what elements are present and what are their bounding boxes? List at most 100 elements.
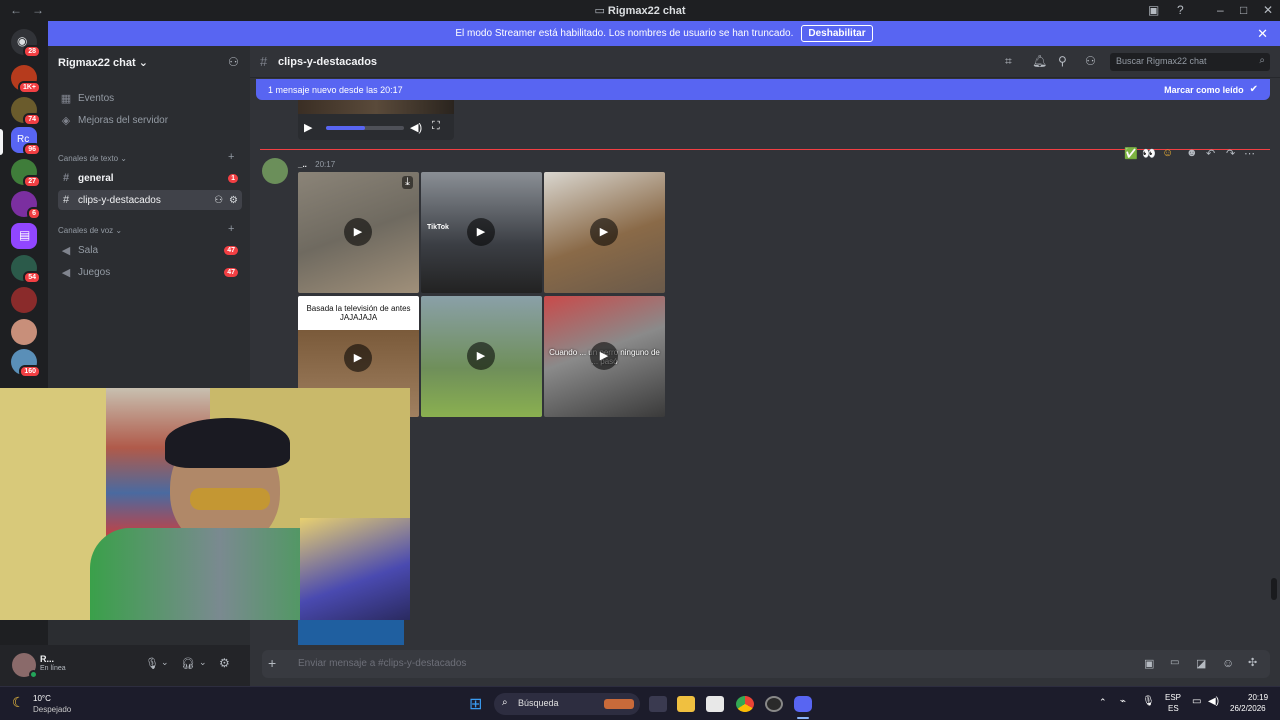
channel-clips-y-destacados[interactable]: # clips-y-destacados ⚇ ⚙ <box>58 190 242 210</box>
seek-bar[interactable] <box>326 126 404 130</box>
video-thumbnail[interactable]: ▶ <box>544 172 665 293</box>
voice-channels-category[interactable]: Canales de voz ⌄ <box>58 226 122 235</box>
server-icon[interactable] <box>11 319 37 345</box>
channel-general[interactable]: # general 1 <box>58 168 242 188</box>
download-icon[interactable]: ⤓ <box>402 176 413 189</box>
threads-icon[interactable]: ⌗ <box>1005 54 1012 69</box>
invite-people-icon[interactable]: ⚇ <box>228 55 239 69</box>
gear-icon[interactable]: ⚙ <box>229 195 238 206</box>
members-icon[interactable]: ⚇ <box>1085 54 1096 68</box>
video-thumbnail[interactable]: TikTok ▶ <box>421 172 542 293</box>
server-name-dropdown[interactable]: Rigmax22 chat ⌄ <box>58 56 148 69</box>
sidebar-item-boosts[interactable]: ◈ Mejoras del servidor <box>58 110 242 130</box>
play-icon[interactable]: ▶ <box>344 344 372 372</box>
fullscreen-icon[interactable]: ⛶ <box>432 120 440 133</box>
author-name[interactable]: _.. <box>298 160 307 169</box>
tiktok-watermark: TikTok <box>427 224 449 231</box>
language-indicator[interactable]: ESP <box>1165 693 1181 702</box>
tray-mic-icon[interactable]: 🎙︎ <box>1142 696 1155 707</box>
headphones-icon[interactable]: 🎧︎ <box>181 657 195 670</box>
direct-messages-button[interactable]: ◉ 28 <box>11 29 41 58</box>
clock-time[interactable]: 20:19 <box>1248 693 1268 702</box>
avatar[interactable] <box>262 158 288 184</box>
volume-icon[interactable]: ◀) <box>410 121 422 134</box>
message-composer[interactable]: + Enviar mensaje a #clips-y-destacados ▣… <box>262 650 1270 678</box>
play-icon[interactable]: ▶ <box>304 121 312 134</box>
scrollbar-thumb[interactable] <box>1271 578 1277 600</box>
voice-channel-sala[interactable]: ◀ Sala 47 <box>58 240 242 260</box>
tray-chevron-up-icon[interactable]: ⌃ <box>1099 697 1107 708</box>
chevron-down-icon[interactable]: ⌄ <box>161 657 169 668</box>
microphone-icon[interactable]: 🎙︎ <box>145 657 159 670</box>
gift-icon[interactable]: ▣ <box>1144 657 1154 670</box>
app-icon[interactable] <box>765 696 783 712</box>
play-icon[interactable]: ▶ <box>590 218 618 246</box>
server-icon[interactable]: 27 <box>11 159 41 188</box>
disable-streamer-button[interactable]: Deshabilitar <box>801 25 873 42</box>
mention-badge: 47 <box>224 267 238 277</box>
weather-moon-icon[interactable]: ☾ <box>12 694 25 711</box>
chevron-down-icon[interactable]: ⌄ <box>199 657 207 668</box>
maximize-icon[interactable]: □ <box>1240 3 1247 17</box>
close-window-icon[interactable]: ✕ <box>1263 3 1273 17</box>
server-icon[interactable]: 54 <box>11 255 41 284</box>
task-view-icon[interactable] <box>649 696 667 712</box>
minimize-icon[interactable]: – <box>1217 3 1224 17</box>
help-icon[interactable]: ? <box>1177 3 1184 17</box>
add-channel-icon[interactable]: + <box>228 223 234 235</box>
server-icon[interactable]: 74 <box>11 97 41 126</box>
volume-icon[interactable]: ◀) <box>1208 696 1219 707</box>
voice-channel-juegos[interactable]: ◀ Juegos 47 <box>58 262 242 282</box>
play-icon[interactable]: ▶ <box>590 342 618 370</box>
twitch-server-icon[interactable]: ▤ <box>11 223 37 249</box>
display-icon[interactable]: ▭ <box>1192 696 1201 707</box>
server-icon[interactable] <box>11 287 37 313</box>
channel-label: Juegos <box>78 266 111 278</box>
server-badge: 54 <box>23 271 41 284</box>
search-input[interactable]: Buscar Rigmax22 chat ⌕ <box>1110 53 1270 71</box>
avatar[interactable] <box>12 653 38 679</box>
taskbar-search[interactable]: ⌕ Búsqueda <box>494 693 640 715</box>
sticker-icon[interactable]: ◪ <box>1196 657 1206 670</box>
reply-icon[interactable]: ↶ <box>1206 147 1215 160</box>
apps-icon[interactable]: ✣ <box>1248 656 1257 669</box>
play-icon[interactable]: ▶ <box>344 218 372 246</box>
discord-taskbar-icon[interactable] <box>794 696 812 712</box>
new-messages-bar[interactable]: 1 mensaje nuevo desde las 20:17 Marcar c… <box>256 79 1270 100</box>
add-reaction-icon[interactable]: ☻ <box>1186 147 1198 159</box>
chrome-icon[interactable] <box>736 696 754 712</box>
file-explorer-icon[interactable] <box>677 696 695 712</box>
close-banner-icon[interactable]: ✕ <box>1257 26 1268 42</box>
emoji-icon[interactable]: ☺ <box>1222 656 1234 670</box>
store-icon[interactable] <box>706 696 724 712</box>
check-reaction-icon[interactable]: ✅ <box>1124 147 1138 160</box>
mark-read-icon: ✔ <box>1249 84 1258 95</box>
network-icon[interactable]: ⌁ <box>1120 696 1126 707</box>
windows-start-icon[interactable]: ⊞ <box>469 694 482 714</box>
create-invite-icon[interactable]: ⚇ <box>214 195 223 206</box>
text-channels-category[interactable]: Canales de texto ⌄ <box>58 154 127 163</box>
sidebar-item-events[interactable]: ▦ Eventos <box>58 88 242 108</box>
sidebar-item-label: Eventos <box>78 92 115 104</box>
add-channel-icon[interactable]: + <box>228 151 234 163</box>
play-icon[interactable]: ▶ <box>467 342 495 370</box>
screen-share-icon[interactable]: ▣ <box>1148 3 1159 17</box>
server-icon[interactable]: 160 <box>11 349 41 378</box>
add-attachment-icon[interactable]: + <box>268 655 276 671</box>
eyes-reaction-icon[interactable]: 👀 <box>1142 147 1156 160</box>
server-icon[interactable]: 1K+ <box>11 65 41 94</box>
video-thumbnail[interactable]: ⤓ ▶ <box>298 172 419 293</box>
bell-icon[interactable]: 🔔︎ <box>1032 54 1047 68</box>
gif-icon[interactable]: ▭ <box>1170 657 1179 668</box>
forward-icon[interactable]: ↷ <box>1226 147 1235 160</box>
play-icon[interactable]: ▶ <box>467 218 495 246</box>
server-icon-active[interactable]: Rc 96 <box>11 127 41 156</box>
video-thumbnail[interactable]: Cuando ... un perro ninguno de ... pasó … <box>544 296 665 417</box>
mark-as-read-button[interactable]: Marcar como leído <box>1164 85 1244 95</box>
more-icon[interactable]: ⋯ <box>1244 147 1255 160</box>
laugh-reaction-icon[interactable]: ☺ <box>1162 147 1173 159</box>
server-icon[interactable]: 6 <box>11 191 41 220</box>
video-thumbnail[interactable]: ▶ <box>421 296 542 417</box>
pin-icon[interactable]: ⚲ <box>1058 54 1067 68</box>
user-settings-gear-icon[interactable]: ⚙ <box>219 656 230 670</box>
